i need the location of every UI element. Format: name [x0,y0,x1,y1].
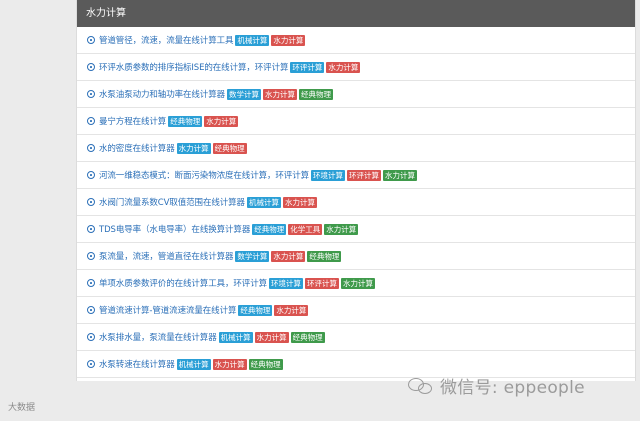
calculator-link[interactable]: 河流一维稳态模式：断面污染物浓度在线计算，环评计算 [99,169,309,181]
circle-bullet-icon [87,306,95,314]
circle-bullet-icon [87,117,95,125]
wechat-icon [408,376,434,396]
calculator-link[interactable]: 水泵转速在线计算器 [99,358,175,370]
circle-bullet-icon [87,279,95,287]
calculator-list-panel: 水力计算 管道管径，流速，流量在线计算工具 机械计算 水力计算 环评水质参数的排序指标… [76,0,636,381]
category-tag[interactable]: 经典物理 [248,358,283,370]
watermark-wechat: 微信号: eppeople [408,373,585,398]
category-tag[interactable]: 环评计算 [305,277,340,289]
category-tag[interactable]: 化学工具 [288,223,323,235]
category-tag[interactable]: 机械计算 [176,358,211,370]
category-tag[interactable]: 水力计算 [341,277,376,289]
watermark-left: 大数据 [8,403,36,413]
circle-bullet-icon [87,144,95,152]
calculator-link[interactable]: 管道流速计算-管道流速流量在线计算 [99,304,236,316]
circle-bullet-icon [87,36,95,44]
category-tag[interactable]: 水力计算 [326,61,361,73]
category-tag[interactable]: 机械计算 [246,196,281,208]
list-item: 水泵排水量，泵流量在线计算器 机械计算 水力计算 经典物理 [77,324,635,351]
list-item: 管道流速计算-管道流速流量在线计算 经典物理 水力计算 [77,297,635,324]
category-tag[interactable]: 机械计算 [218,331,253,343]
calculator-link[interactable]: 环评水质参数的排序指标ISE的在线计算，环评计算 [99,61,288,73]
list-item: 水阀门流量系数CV取值范围在线计算器 机械计算 水力计算 [77,189,635,216]
category-tag[interactable]: 水力计算 [212,358,247,370]
list-item: TDS电导率（水电导率）在线换算计算器 经典物理 化学工具 水力计算 [77,216,635,243]
category-tag[interactable]: 水力计算 [271,34,306,46]
circle-bullet-icon [87,90,95,98]
calculator-link[interactable]: 管道管径，流速，流量在线计算工具 [99,34,234,46]
calculator-link[interactable]: 单项水质参数评价的在线计算工具，环评计算 [99,277,267,289]
category-tag[interactable]: 经典物理 [290,331,325,343]
calculator-link[interactable]: TDS电导率（水电导率）在线换算计算器 [99,223,250,235]
wechat-id-text: 微信号: eppeople [440,378,585,398]
calculator-link[interactable]: 水阀门流量系数CV取值范围在线计算器 [99,196,245,208]
circle-bullet-icon [87,360,95,368]
category-tag[interactable]: 经典物理 [307,250,342,262]
list-item: 水的密度在线计算器 水力计算 经典物理 [77,135,635,162]
category-tag[interactable]: 数学计算 [235,250,270,262]
list-item: 环评水质参数的排序指标ISE的在线计算，环评计算 环评计算 水力计算 [77,54,635,81]
circle-bullet-icon [87,225,95,233]
category-tag[interactable]: 水力计算 [324,223,359,235]
category-tag[interactable]: 环评计算 [347,169,382,181]
list-item: 河流一维稳态模式：断面污染物浓度在线计算，环评计算 环境计算 环评计算 水力计算 [77,162,635,189]
calculator-link[interactable]: 泵流量，流速，管道直径在线计算器 [99,250,234,262]
circle-bullet-icon [87,171,95,179]
category-tag[interactable]: 经典物理 [238,304,273,316]
calculator-link[interactable]: 水泵油泵动力和轴功率在线计算器 [99,88,225,100]
calculator-link[interactable]: 水的密度在线计算器 [99,142,175,154]
category-tag[interactable]: 机械计算 [235,34,270,46]
list-item: 单项水质参数评价的在线计算工具，环评计算 环境计算 环评计算 水力计算 [77,270,635,297]
calculator-link[interactable]: 水泵排水量，泵流量在线计算器 [99,331,217,343]
category-tag[interactable]: 环评计算 [290,61,325,73]
list-item: 水泵油泵动力和轴功率在线计算器 数学计算 水力计算 经典物理 [77,81,635,108]
category-tag[interactable]: 经典物理 [168,115,203,127]
category-tag[interactable]: 水力计算 [282,196,317,208]
category-tag[interactable]: 水力计算 [274,304,309,316]
circle-bullet-icon [87,198,95,206]
category-tag[interactable]: 经典物理 [299,88,334,100]
category-tag[interactable]: 水力计算 [271,250,306,262]
category-tag[interactable]: 数学计算 [227,88,262,100]
list-item: 曼宁方程在线计算 经典物理 水力计算 [77,108,635,135]
list-item: 泵流量，流速，管道直径在线计算器 数学计算 水力计算 经典物理 [77,243,635,270]
category-tag[interactable]: 水力计算 [263,88,298,100]
calculator-list: 管道管径，流速，流量在线计算工具 机械计算 水力计算 环评水质参数的排序指标ISE的在… [77,27,635,378]
category-tag[interactable]: 水力计算 [383,169,418,181]
category-tag[interactable]: 经典物理 [212,142,247,154]
category-tag[interactable]: 环境计算 [269,277,304,289]
category-tag[interactable]: 环境计算 [311,169,346,181]
list-item: 管道管径，流速，流量在线计算工具 机械计算 水力计算 [77,27,635,54]
circle-bullet-icon [87,252,95,260]
category-tag[interactable]: 经典物理 [252,223,287,235]
category-tag[interactable]: 水力计算 [176,142,211,154]
calculator-link[interactable]: 曼宁方程在线计算 [99,115,166,127]
panel-title: 水力计算 [77,0,635,27]
circle-bullet-icon [87,333,95,341]
category-tag[interactable]: 水力计算 [204,115,239,127]
category-tag[interactable]: 水力计算 [254,331,289,343]
circle-bullet-icon [87,63,95,71]
